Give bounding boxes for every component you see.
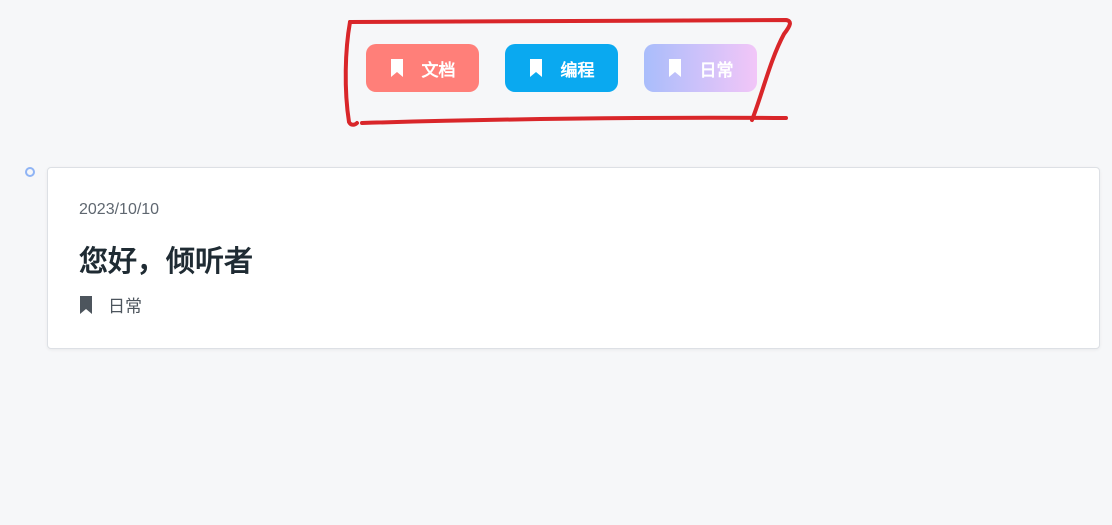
- category-label: 日常: [699, 60, 734, 81]
- category-button-coding[interactable]: 编程: [505, 44, 618, 92]
- bookmark-icon: [390, 59, 404, 77]
- post-card[interactable]: 2023/10/10 您好，倾听者 日常: [47, 167, 1100, 349]
- post-date: 2023/10/10: [79, 201, 160, 218]
- category-bar: 文档 编程 日常: [366, 44, 757, 92]
- category-button-docs[interactable]: 文档: [366, 44, 479, 92]
- category-label: 编程: [560, 60, 595, 81]
- category-label: 文档: [421, 60, 456, 81]
- post-title[interactable]: 您好，倾听者: [79, 238, 253, 280]
- post-tag-label: 日常: [108, 297, 142, 317]
- bookmark-icon: [79, 295, 93, 314]
- bookmark-icon: [668, 59, 682, 77]
- timeline-dot: [25, 167, 35, 177]
- post-tag[interactable]: 日常: [79, 292, 142, 317]
- bookmark-icon: [529, 59, 543, 77]
- category-button-daily[interactable]: 日常: [644, 44, 757, 92]
